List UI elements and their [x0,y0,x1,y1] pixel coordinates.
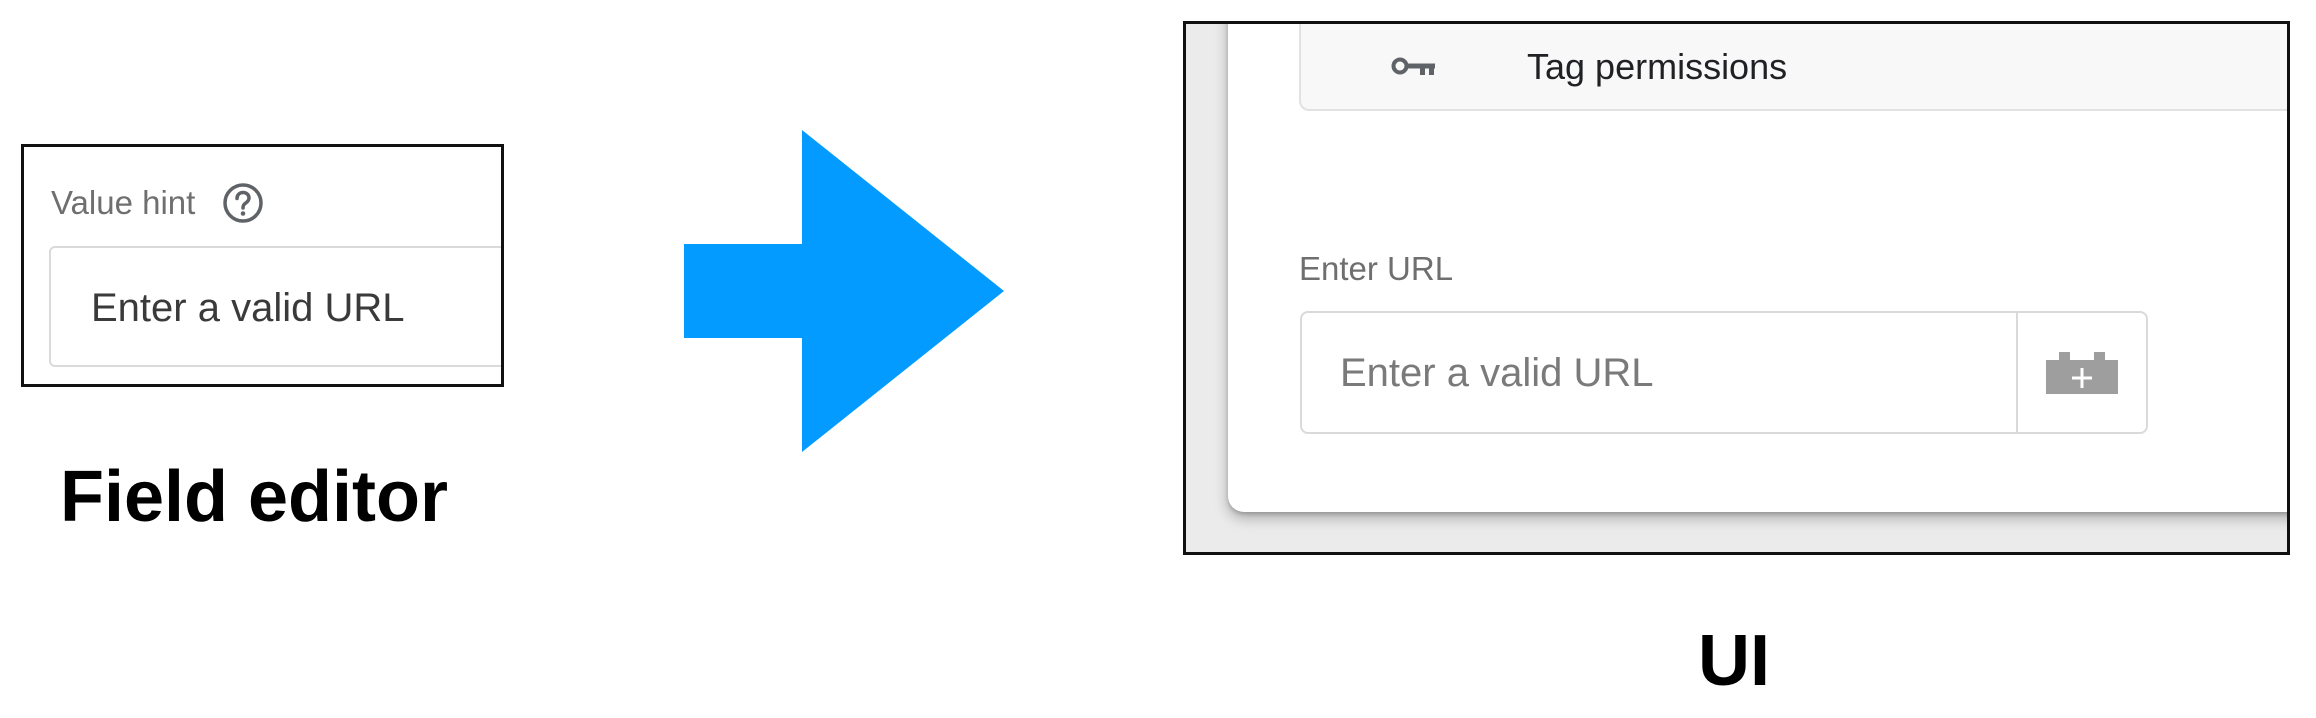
value-hint-input[interactable]: Enter a valid URL [49,246,501,367]
value-hint-row: Value hint [51,181,265,225]
value-hint-input-value: Enter a valid URL [91,286,405,330]
variable-block-plus-icon [2046,351,2118,394]
help-circle-icon[interactable] [221,181,265,225]
value-hint-label: Value hint [51,184,196,221]
diagram: Value hint Enter a valid URL Field edito… [0,0,2316,718]
key-icon [1391,57,1435,75]
field-editor-panel: Value hint Enter a valid URL [21,144,504,387]
caption-field-editor: Field editor [60,457,449,537]
caption-ui: UI [1698,621,1770,701]
url-input-placeholder: Enter a valid URL [1340,351,1654,395]
tag-permissions-section[interactable]: Tag permissions [1299,24,2287,111]
enter-url-label: Enter URL [1299,250,1454,287]
settings-card: Tag permissions Enter URL Enter a valid … [1228,24,2287,512]
right-arrow-icon [684,130,1004,452]
tag-permissions-label: Tag permissions [1527,46,1788,87]
insert-variable-button[interactable] [2016,313,2146,432]
url-input[interactable]: Enter a valid URL [1300,311,2148,434]
ui-panel: Tag permissions Enter URL Enter a valid … [1183,21,2290,555]
